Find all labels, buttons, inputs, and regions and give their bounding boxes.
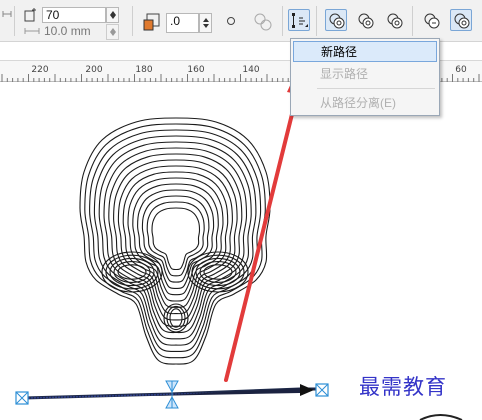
blend-end-handle (315, 383, 329, 397)
skull-feature-ring (169, 308, 183, 328)
blend-spacing-value[interactable]: 10.0 mm (44, 24, 91, 38)
path-properties-button[interactable] (288, 9, 310, 31)
loop-blend-icon[interactable] (226, 16, 236, 26)
skull-feature-ring (163, 303, 189, 333)
blend-spacing-icon (24, 28, 40, 34)
blend-steps-spinner[interactable] (106, 7, 119, 23)
ruler-label: 160 (187, 65, 205, 75)
blend-steps-input[interactable]: 70 (42, 7, 106, 23)
ruler-label: 220 (31, 65, 49, 75)
menu-item-new-path[interactable]: 新路径 (293, 41, 437, 62)
resize-acceleration-button[interactable] (450, 9, 472, 31)
menu-separator (317, 88, 435, 89)
skull-feature-ring (109, 257, 155, 287)
blend-rotation-input[interactable]: .0 (166, 13, 199, 33)
blend-counterclockwise-icon (387, 13, 403, 29)
resize-acceleration-icon (454, 13, 470, 29)
ruler-label: 140 (242, 65, 260, 75)
skull-blend-artwork[interactable] (0, 83, 482, 420)
blend-rotation-spinner[interactable] (199, 13, 212, 33)
object-color-acceleration-icon (424, 13, 440, 29)
menu-item-show-path[interactable]: 显示路径 (293, 64, 437, 85)
blend-start-handle (15, 391, 29, 405)
blend-rotation-icon (143, 13, 160, 31)
drawing-canvas[interactable]: 最需教育 (0, 83, 482, 420)
blend-spacing-spinner[interactable] (106, 24, 119, 40)
watermark-text: 最需教育 (359, 375, 447, 399)
skull-outline-ring (151, 207, 201, 271)
skull-outline-ring (108, 153, 243, 327)
toolbar-left-edge-icon (2, 11, 12, 17)
blend-steps-icon (24, 8, 36, 22)
path-properties-icon (292, 13, 308, 28)
blend-clockwise-button[interactable] (354, 9, 376, 31)
menu-item-detach-from-path[interactable]: 从路径分离(E) (293, 93, 437, 114)
ruler-label: 180 (135, 65, 153, 75)
property-bar: 70 10.0 mm .0 (0, 0, 482, 42)
path-properties-menu: 新路径 显示路径 从路径分离(E) (290, 38, 440, 116)
ruler-label: 60 (455, 65, 467, 75)
blend-direct-icon (329, 13, 345, 29)
annotation-arrow (224, 83, 312, 382)
blend-direct-button[interactable] (325, 9, 347, 31)
blend-fill-icon[interactable] (252, 11, 274, 33)
blend-counterclockwise-button[interactable] (383, 9, 405, 31)
ruler-label: 200 (85, 65, 103, 75)
object-color-acceleration-button[interactable] (420, 9, 442, 31)
blend-clockwise-icon (358, 13, 374, 29)
